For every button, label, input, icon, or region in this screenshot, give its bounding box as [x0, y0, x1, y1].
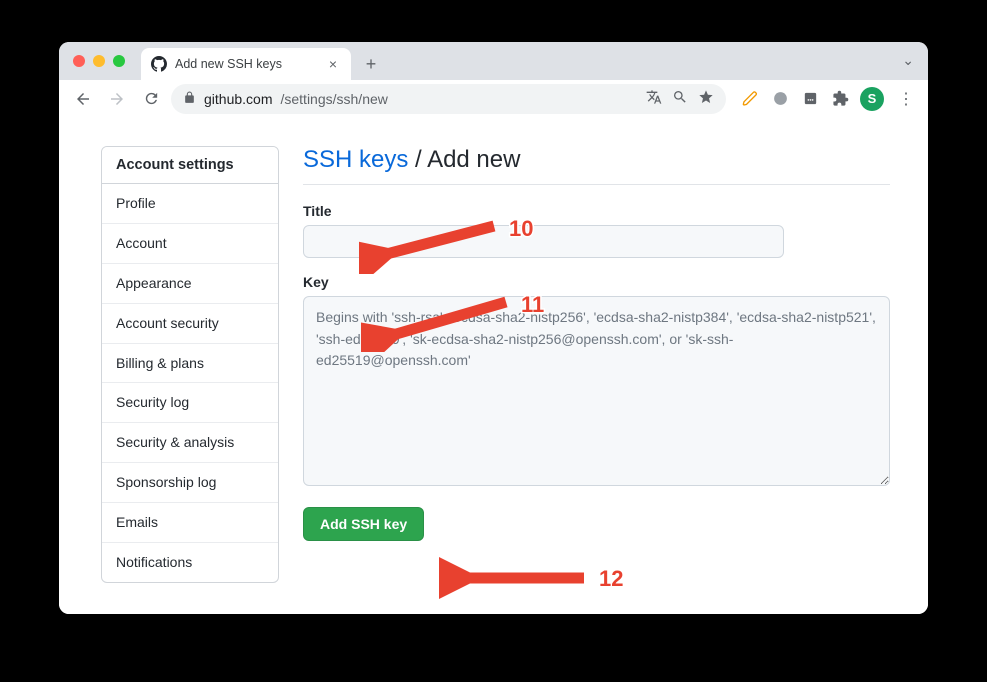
back-button[interactable]	[69, 85, 97, 113]
url-host: github.com	[204, 91, 272, 107]
globe-icon[interactable]	[770, 89, 790, 109]
sidebar-heading: Account settings	[102, 147, 278, 184]
puzzle-icon[interactable]	[830, 89, 850, 109]
menu-icon[interactable]: ⋮	[894, 89, 918, 109]
translate-icon[interactable]	[646, 89, 662, 108]
extensions: S ⋮	[740, 87, 918, 111]
sidebar-item-sponsorship-log[interactable]: Sponsorship log	[102, 463, 278, 503]
tabs-overflow-icon[interactable]: ⌄	[902, 52, 914, 69]
profile-avatar[interactable]: S	[860, 87, 884, 111]
github-favicon	[151, 56, 167, 72]
block-icon[interactable]	[800, 89, 820, 109]
window-controls	[73, 55, 125, 67]
sidebar-item-emails[interactable]: Emails	[102, 503, 278, 543]
sidebar-item-notifications[interactable]: Notifications	[102, 543, 278, 582]
lock-icon	[183, 91, 196, 107]
page-content: Account settings Profile Account Appeara…	[59, 118, 928, 614]
breadcrumb-link[interactable]: SSH keys	[303, 146, 408, 173]
reload-button[interactable]	[137, 85, 165, 113]
key-textarea[interactable]	[303, 296, 890, 486]
title-label: Title	[303, 203, 890, 219]
omnibox-actions	[646, 89, 714, 108]
tab-strip: Add new SSH keys × + ⌄	[59, 42, 928, 80]
close-window-icon[interactable]	[73, 55, 85, 67]
sidebar-item-account[interactable]: Account	[102, 224, 278, 264]
sidebar-item-profile[interactable]: Profile	[102, 184, 278, 224]
pencil-icon[interactable]	[740, 89, 760, 109]
browser-tab[interactable]: Add new SSH keys ×	[141, 48, 351, 80]
key-label: Key	[303, 274, 890, 290]
address-bar[interactable]: github.com/settings/ssh/new	[171, 84, 726, 114]
breadcrumb-sep: /	[408, 146, 427, 173]
sidebar-item-security-log[interactable]: Security log	[102, 383, 278, 423]
star-icon[interactable]	[698, 89, 714, 108]
sidebar-item-account-security[interactable]: Account security	[102, 304, 278, 344]
title-input[interactable]	[303, 225, 784, 258]
tab-title: Add new SSH keys	[175, 57, 282, 71]
browser-toolbar: github.com/settings/ssh/new S ⋮	[59, 80, 928, 118]
new-tab-button[interactable]: +	[357, 50, 385, 78]
zoom-icon[interactable]	[672, 89, 688, 108]
breadcrumb-current: Add new	[427, 146, 520, 173]
browser-window: Add new SSH keys × + ⌄ github.com/settin…	[59, 42, 928, 614]
sidebar-item-billing[interactable]: Billing & plans	[102, 344, 278, 384]
url-path: /settings/ssh/new	[280, 91, 387, 107]
minimize-window-icon[interactable]	[93, 55, 105, 67]
maximize-window-icon[interactable]	[113, 55, 125, 67]
add-ssh-key-button[interactable]: Add SSH key	[303, 507, 424, 541]
forward-button[interactable]	[103, 85, 131, 113]
sidebar-item-appearance[interactable]: Appearance	[102, 264, 278, 304]
main-panel: SSH keys / Add new Title Key Add SSH key	[303, 146, 890, 583]
sidebar-item-security-analysis[interactable]: Security & analysis	[102, 423, 278, 463]
close-tab-icon[interactable]: ×	[325, 56, 341, 72]
settings-sidebar: Account settings Profile Account Appeara…	[101, 146, 279, 583]
breadcrumb: SSH keys / Add new	[303, 146, 890, 185]
